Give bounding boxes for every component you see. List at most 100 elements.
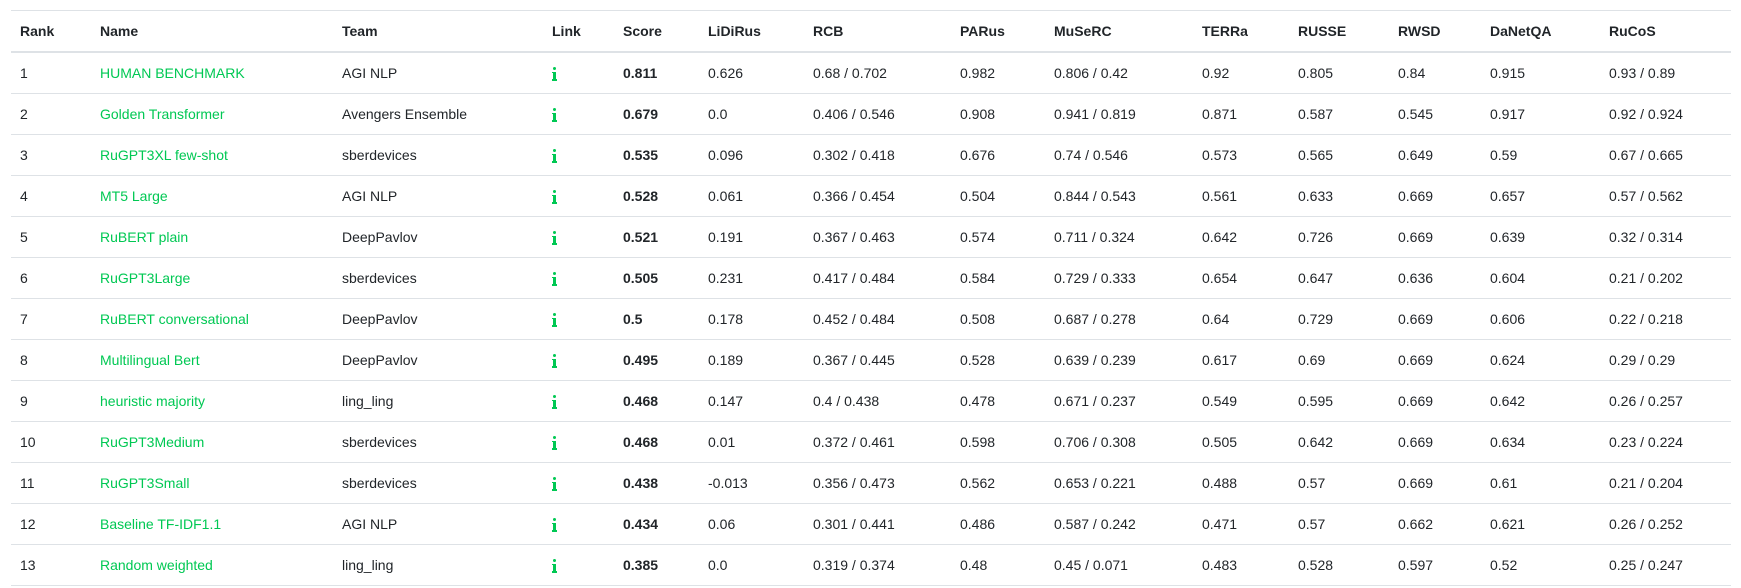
table-row: 12 Baseline TF-IDF1.1 AGI NLP 0.434 0.06… [11, 503, 1731, 545]
link-cell [543, 544, 614, 586]
danetqa-cell: 0.657 [1481, 175, 1600, 217]
info-icon[interactable] [552, 313, 557, 328]
info-icon[interactable] [552, 272, 557, 287]
column-header-russe[interactable]: RUSSE [1289, 10, 1389, 53]
muserc-cell: 0.74 / 0.546 [1045, 134, 1193, 176]
column-header-terra[interactable]: TERRa [1193, 10, 1289, 53]
column-header-parus[interactable]: PARus [951, 10, 1045, 53]
name-cell: Random weighted [91, 544, 333, 586]
table-row: 11 RuGPT3Small sberdevices 0.438 -0.013 … [11, 462, 1731, 504]
team-cell: ling_ling [333, 380, 543, 422]
russe-cell: 0.565 [1289, 134, 1389, 176]
score-cell: 0.385 [614, 544, 699, 586]
rcb-cell: 0.356 / 0.473 [804, 462, 951, 504]
column-header-rcb[interactable]: RCB [804, 10, 951, 53]
model-name-link[interactable]: Random weighted [100, 557, 213, 573]
link-cell [543, 462, 614, 504]
info-icon[interactable] [552, 190, 557, 205]
lidirus-cell: -0.013 [699, 462, 804, 504]
model-name-link[interactable]: HUMAN BENCHMARK [100, 65, 245, 81]
rwsd-cell: 0.84 [1389, 52, 1481, 94]
model-name-link[interactable]: MT5 Large [100, 188, 168, 204]
model-name-link[interactable]: RuGPT3Large [100, 270, 190, 286]
rank-cell: 5 [11, 216, 91, 258]
danetqa-cell: 0.604 [1481, 257, 1600, 299]
model-name-link[interactable]: heuristic majority [100, 393, 205, 409]
column-header-rucos[interactable]: RuCoS [1600, 10, 1731, 53]
muserc-cell: 0.687 / 0.278 [1045, 298, 1193, 340]
column-header-team[interactable]: Team [333, 10, 543, 53]
rwsd-cell: 0.669 [1389, 380, 1481, 422]
column-header-rank[interactable]: Rank [11, 10, 91, 53]
team-cell: AGI NLP [333, 503, 543, 545]
rank-cell: 6 [11, 257, 91, 299]
model-name-link[interactable]: RuGPT3Medium [100, 434, 204, 450]
name-cell: heuristic majority [91, 380, 333, 422]
parus-cell: 0.584 [951, 257, 1045, 299]
rucos-cell: 0.32 / 0.314 [1600, 216, 1731, 258]
rwsd-cell: 0.662 [1389, 503, 1481, 545]
name-cell: RuGPT3Small [91, 462, 333, 504]
score-cell: 0.521 [614, 216, 699, 258]
russe-cell: 0.57 [1289, 503, 1389, 545]
danetqa-cell: 0.639 [1481, 216, 1600, 258]
name-cell: Baseline TF-IDF1.1 [91, 503, 333, 545]
danetqa-cell: 0.915 [1481, 52, 1600, 94]
model-name-link[interactable]: Golden Transformer [100, 106, 225, 122]
rucos-cell: 0.23 / 0.224 [1600, 421, 1731, 463]
info-icon[interactable] [552, 67, 557, 82]
name-cell: HUMAN BENCHMARK [91, 52, 333, 94]
muserc-cell: 0.706 / 0.308 [1045, 421, 1193, 463]
info-icon[interactable] [552, 231, 557, 246]
rwsd-cell: 0.669 [1389, 421, 1481, 463]
rcb-cell: 0.319 / 0.374 [804, 544, 951, 586]
terra-cell: 0.617 [1193, 339, 1289, 381]
column-header-name[interactable]: Name [91, 10, 333, 53]
lidirus-cell: 0.096 [699, 134, 804, 176]
rank-cell: 7 [11, 298, 91, 340]
parus-cell: 0.562 [951, 462, 1045, 504]
parus-cell: 0.598 [951, 421, 1045, 463]
model-name-link[interactable]: Baseline TF-IDF1.1 [100, 516, 221, 532]
rucos-cell: 0.92 / 0.924 [1600, 93, 1731, 135]
info-icon[interactable] [552, 108, 557, 123]
team-cell: AGI NLP [333, 175, 543, 217]
rcb-cell: 0.372 / 0.461 [804, 421, 951, 463]
rank-cell: 2 [11, 93, 91, 135]
model-name-link[interactable]: RuBERT plain [100, 229, 188, 245]
name-cell: MT5 Large [91, 175, 333, 217]
info-icon[interactable] [552, 149, 557, 164]
danetqa-cell: 0.621 [1481, 503, 1600, 545]
score-cell: 0.434 [614, 503, 699, 545]
muserc-cell: 0.941 / 0.819 [1045, 93, 1193, 135]
info-icon[interactable] [552, 559, 557, 574]
table-row: 10 RuGPT3Medium sberdevices 0.468 0.01 0… [11, 421, 1731, 463]
column-header-score[interactable]: Score [614, 10, 699, 53]
danetqa-cell: 0.634 [1481, 421, 1600, 463]
rcb-cell: 0.406 / 0.546 [804, 93, 951, 135]
score-cell: 0.468 [614, 421, 699, 463]
column-header-rwsd[interactable]: RWSD [1389, 10, 1481, 53]
russe-cell: 0.726 [1289, 216, 1389, 258]
model-name-link[interactable]: RuBERT conversational [100, 311, 249, 327]
score-cell: 0.495 [614, 339, 699, 381]
muserc-cell: 0.806 / 0.42 [1045, 52, 1193, 94]
column-header-link[interactable]: Link [543, 10, 614, 53]
info-icon[interactable] [552, 395, 557, 410]
parus-cell: 0.982 [951, 52, 1045, 94]
info-icon[interactable] [552, 518, 557, 533]
table-row: 13 Random weighted ling_ling 0.385 0.0 0… [11, 544, 1731, 586]
rcb-cell: 0.4 / 0.438 [804, 380, 951, 422]
column-header-lidirus[interactable]: LiDiRus [699, 10, 804, 53]
terra-cell: 0.561 [1193, 175, 1289, 217]
rucos-cell: 0.21 / 0.204 [1600, 462, 1731, 504]
info-icon[interactable] [552, 436, 557, 451]
column-header-muserc[interactable]: MuSeRC [1045, 10, 1193, 53]
team-cell: DeepPavlov [333, 339, 543, 381]
model-name-link[interactable]: RuGPT3XL few-shot [100, 147, 228, 163]
info-icon[interactable] [552, 354, 557, 369]
info-icon[interactable] [552, 477, 557, 492]
model-name-link[interactable]: RuGPT3Small [100, 475, 189, 491]
model-name-link[interactable]: Multilingual Bert [100, 352, 200, 368]
column-header-danetqa[interactable]: DaNetQA [1481, 10, 1600, 53]
